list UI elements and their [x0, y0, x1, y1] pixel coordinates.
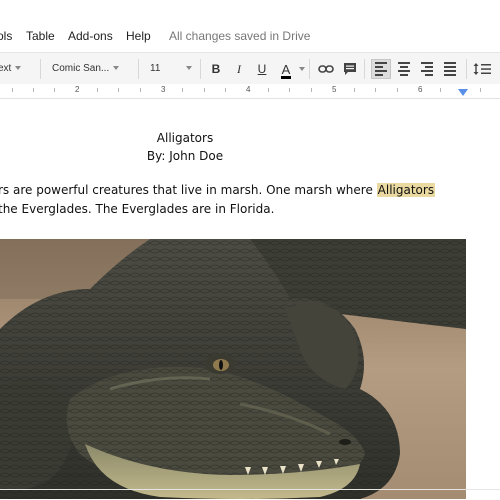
toolbar-divider [309, 59, 310, 79]
paragraph-line: rs are powerful creatures that live in m… [0, 181, 468, 200]
insert-link-button[interactable] [316, 59, 336, 79]
ruler-tick [440, 88, 441, 92]
text-color-button[interactable]: A [276, 59, 296, 79]
underline-icon: U [257, 62, 267, 76]
alligator-image [0, 239, 466, 499]
highlighted-word: Alligators [376, 183, 436, 197]
ruler-tick [289, 88, 290, 92]
align-right-icon [421, 60, 433, 78]
text-color-icon: A [280, 61, 292, 79]
ruler-number: 3 [161, 85, 166, 94]
ruler-number: 6 [418, 85, 423, 94]
ruler-number: 2 [75, 85, 80, 94]
ruler-tick [33, 88, 34, 92]
ruler-tick [480, 88, 481, 92]
line-spacing-button[interactable] [472, 59, 492, 79]
chevron-down-icon[interactable] [299, 67, 305, 71]
line-spacing-icon [473, 63, 491, 75]
justify-icon [444, 60, 456, 78]
ruler-tick [375, 88, 376, 92]
toolbar-divider [200, 59, 201, 79]
toolbar-divider [40, 59, 41, 79]
align-right-button[interactable] [417, 59, 437, 79]
chevron-down-icon [113, 66, 120, 71]
font-value: Comic San... [52, 63, 110, 74]
align-center-button[interactable] [394, 59, 414, 79]
document-title: Alligators [156, 131, 214, 145]
ruler-tick [354, 88, 355, 92]
align-center-icon [398, 60, 410, 78]
ruler-tick [54, 88, 55, 92]
menu-bar: ols Table Add-ons Help All changes saved… [0, 26, 500, 48]
ruler-tick [182, 88, 183, 92]
text-color-letter: A [281, 61, 291, 77]
italic-icon: I [237, 61, 241, 76]
alligator-photo[interactable] [0, 239, 466, 499]
menu-table[interactable]: Table [26, 29, 55, 43]
toolbar: ext Comic San... 11 B I U A [0, 52, 500, 85]
chevron-down-icon [186, 66, 193, 71]
ruler-tick [118, 88, 119, 92]
toolbar-divider [466, 59, 467, 79]
ruler[interactable]: 2 3 4 5 6 [0, 84, 500, 99]
justify-button[interactable] [440, 59, 460, 79]
paragraph-style-value: ext [0, 63, 12, 74]
ruler-number: 5 [332, 85, 337, 94]
ruler-tick [12, 88, 13, 92]
ruler-tick [311, 88, 312, 92]
menu-tools[interactable]: ols [0, 29, 12, 43]
menu-add-ons[interactable]: Add-ons [68, 29, 113, 43]
font-size-dropdown[interactable]: 11 [150, 59, 193, 79]
align-left-icon [375, 60, 387, 78]
ruler-tick [140, 88, 141, 92]
toolbar-divider [364, 59, 365, 79]
ruler-tick [268, 88, 269, 92]
ruler-number: 4 [246, 85, 251, 94]
bold-button[interactable]: B [206, 59, 226, 79]
title-block: Alligators By: John Doe [140, 129, 230, 165]
bold-icon: B [211, 62, 221, 76]
document-byline: By: John Doe [146, 149, 224, 163]
page-bottom-divider [0, 489, 500, 490]
paragraph-style-dropdown[interactable]: ext [0, 59, 22, 79]
chevron-down-icon [15, 66, 22, 71]
underline-button[interactable]: U [252, 59, 272, 79]
ruler-tick [97, 88, 98, 92]
font-dropdown[interactable]: Comic San... [52, 59, 120, 79]
ruler-tick [225, 88, 226, 92]
body-paragraph[interactable]: rs are powerful creatures that live in m… [0, 181, 470, 219]
save-status: All changes saved in Drive [169, 29, 311, 43]
italic-button[interactable]: I [229, 59, 249, 79]
link-icon [318, 65, 334, 73]
paragraph-text: rs are powerful creatures that live in m… [0, 183, 377, 197]
ruler-tick [204, 88, 205, 92]
ruler-tick [397, 88, 398, 92]
insert-comment-button[interactable] [340, 59, 360, 79]
menu-help[interactable]: Help [126, 29, 151, 43]
font-size-value: 11 [150, 63, 161, 74]
toolbar-divider [138, 59, 139, 79]
right-indent-marker[interactable] [458, 89, 468, 96]
align-left-button[interactable] [371, 59, 391, 79]
comment-icon [344, 63, 356, 75]
paragraph-line: the Everglades. The Everglades are in Fl… [0, 202, 275, 216]
document-page[interactable]: Alligators By: John Doe rs are powerful … [0, 99, 500, 500]
text-color-swatch [280, 75, 292, 79]
